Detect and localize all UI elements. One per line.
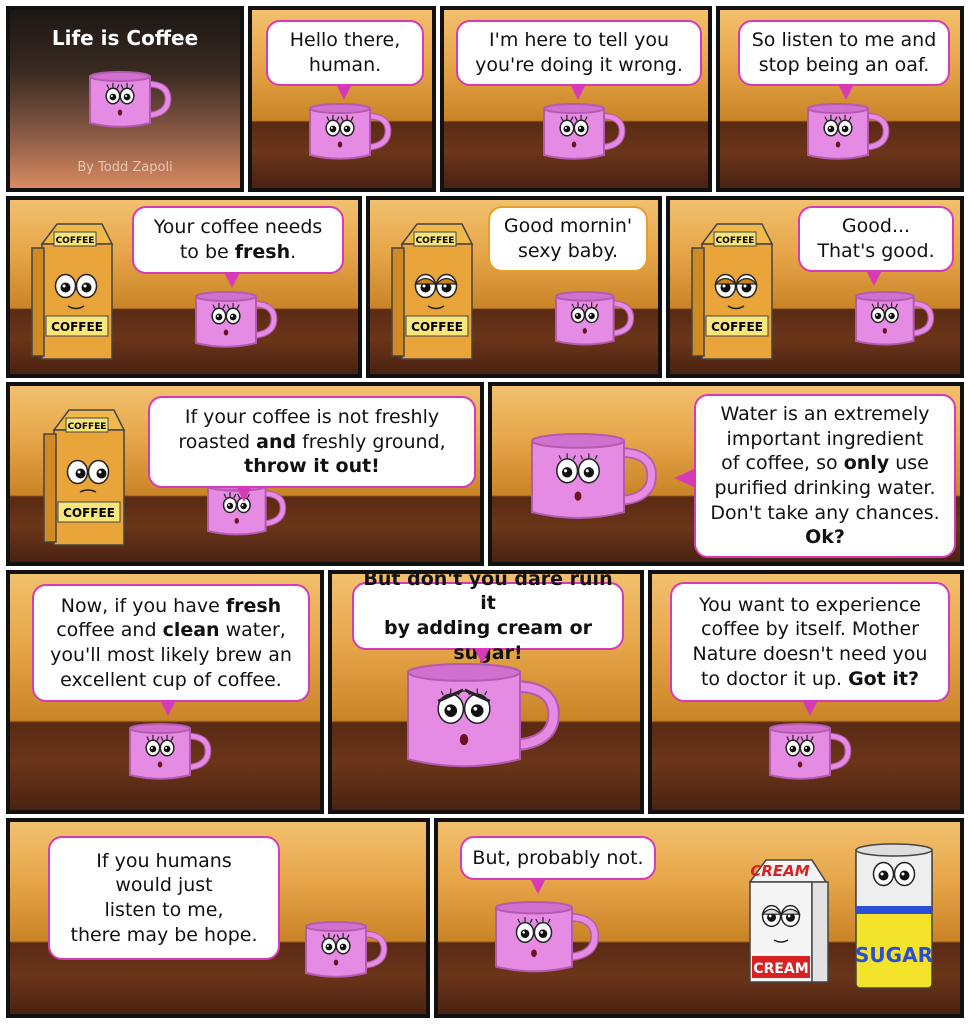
sugar-can: SUGAR [855, 843, 933, 989]
speech-bubble: Good mornin' sexy baby. [488, 206, 648, 272]
svg-text:CREAM: CREAM [753, 961, 808, 977]
speech-tail [570, 84, 586, 100]
speech-tail [236, 486, 252, 502]
mug-icon [407, 663, 560, 768]
coffee-bag: COFFEE COFFEE [391, 223, 474, 360]
speech-tail [802, 700, 818, 716]
speech-tail [866, 270, 882, 286]
panel-1: Hello there, human. [248, 6, 436, 192]
panel-6: Good... That's good. COFFEE COFFEE [666, 196, 964, 378]
speech-tail [160, 700, 176, 716]
comic-title: Life is Coffee [51, 26, 199, 50]
speech-bubble: Water is an extremely important ingredie… [694, 394, 956, 558]
mug-icon [555, 291, 635, 346]
speech-tail [674, 468, 696, 488]
svg-text:CREAM: CREAM [750, 862, 809, 880]
speech-bubble: You want to experience coffee by itself.… [670, 582, 950, 702]
speech-bubble: Good... That's good. [798, 206, 954, 272]
mug-icon [309, 103, 392, 160]
mug-icon [531, 433, 657, 519]
svg-text:COFFEE: COFFEE [56, 236, 95, 246]
speech-bubble: If your coffee is not freshly roasted an… [148, 396, 476, 488]
svg-text:COFFEE: COFFEE [63, 506, 115, 520]
panel-8: Water is an extremely important ingredie… [488, 382, 964, 566]
panel-13: But, probably not. CREAM CREAM SUGAR [434, 818, 964, 1018]
mug-icon [305, 921, 388, 978]
panel-5: Good mornin' sexy baby. COFFEE COFFEE [366, 196, 662, 378]
mug-icon [855, 291, 935, 346]
coffee-bag: COFFEE COFFEE [31, 223, 114, 360]
mug-icon [543, 103, 626, 160]
mug-icon [89, 71, 172, 128]
panel-11: You want to experience coffee by itself.… [648, 570, 964, 814]
coffee-bag: COFFEE COFFEE [43, 409, 126, 546]
panel-7: If your coffee is not freshly roasted an… [6, 382, 484, 566]
coffee-bag: COFFEE COFFEE [691, 223, 774, 360]
svg-text:COFFEE: COFFEE [411, 320, 463, 334]
speech-bubble: I'm here to tell you you're doing it wro… [456, 20, 702, 86]
speech-tail [530, 878, 546, 894]
speech-tail [224, 272, 240, 288]
comic-byline: By Todd Zapoli [77, 160, 173, 175]
panel-12: If you humans would just listen to me, t… [6, 818, 430, 1018]
mug-icon [769, 723, 852, 780]
speech-tail [474, 648, 490, 664]
panel-2: I'm here to tell you you're doing it wro… [440, 6, 712, 192]
speech-bubble: If you humans would just listen to me, t… [48, 836, 280, 960]
speech-tail [838, 84, 854, 100]
speech-bubble: Now, if you have fresh coffee and clean … [32, 584, 310, 702]
panel-10: But don't you dare ruin it by adding cre… [328, 570, 644, 814]
panel-9: Now, if you have fresh coffee and clean … [6, 570, 324, 814]
svg-text:COFFEE: COFFEE [68, 422, 107, 432]
panel-3: So listen to me and stop being an oaf. [716, 6, 964, 192]
mug-icon [495, 901, 600, 973]
mug-icon [807, 103, 890, 160]
svg-text:COFFEE: COFFEE [716, 236, 755, 246]
mug-icon [195, 291, 278, 348]
speech-bubble: But don't you dare ruin it by adding cre… [352, 574, 624, 664]
panel-title: Life is Coffee By Todd Zapoli [6, 6, 244, 192]
speech-bubble: Hello there, human. [266, 20, 424, 86]
cream-carton: CREAM CREAM [748, 859, 829, 983]
speech-bubble: But, probably not. [460, 836, 656, 880]
speech-bubble: So listen to me and stop being an oaf. [738, 20, 950, 86]
speech-tail [336, 84, 352, 100]
svg-text:COFFEE: COFFEE [711, 320, 763, 334]
svg-text:COFFEE: COFFEE [416, 236, 455, 246]
speech-bubble: Your coffee needs to be fresh. [132, 206, 344, 274]
mug-icon [129, 723, 212, 780]
svg-text:SUGAR: SUGAR [855, 943, 933, 967]
panel-4: Your coffee needs to be fresh. COFFEE COF… [6, 196, 362, 378]
svg-text:COFFEE: COFFEE [51, 320, 103, 334]
